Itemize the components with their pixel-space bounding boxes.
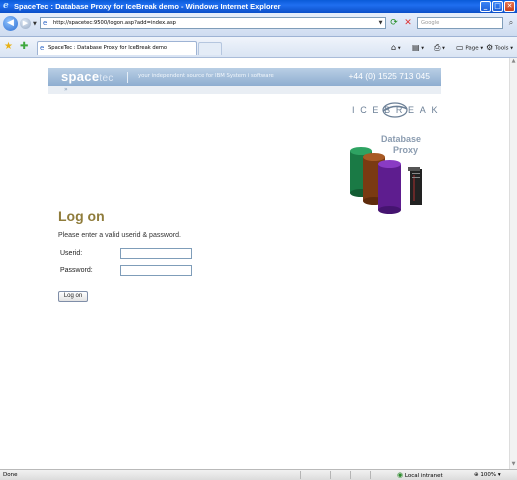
icebreak-logo-svg: ICEBREAK	[352, 102, 438, 118]
search-icon: ⌕	[508, 18, 514, 27]
maximize-button[interactable]: □	[492, 1, 503, 12]
feeds-button[interactable]: ▤ ▾	[412, 42, 424, 55]
tools-menu-label: Tools	[494, 45, 509, 52]
feeds-icon: ▤	[412, 43, 420, 52]
tools-menu[interactable]: ⚙ Tools ▾	[486, 42, 513, 55]
forward-button[interactable]: ▶	[20, 18, 31, 29]
tab-spacetec[interactable]: e SpaceTec : Database Proxy for IceBreak…	[37, 41, 197, 55]
brand-tec: tec	[99, 73, 114, 84]
page-menu[interactable]: ▭ Page ▾	[456, 42, 483, 55]
page-menu-icon: ▭	[456, 43, 464, 52]
status-bar: Done ◉ Local intranet ⊕ 100% ▾	[0, 469, 517, 480]
history-dropdown-icon[interactable]: ▼	[33, 21, 37, 27]
userid-label: Userid:	[60, 250, 83, 257]
stop-button[interactable]: ✕	[402, 17, 414, 29]
page-title: Log on	[58, 208, 105, 224]
favorites-star-icon[interactable]: ★	[4, 41, 13, 53]
new-tab-button[interactable]	[198, 42, 222, 55]
userid-row: Userid:	[58, 248, 358, 262]
site-tagline: your independent source for IBM System i…	[138, 73, 274, 79]
home-icon: ⌂	[391, 43, 397, 52]
print-button[interactable]: ⎙ ▾	[434, 42, 445, 55]
status-divider	[350, 471, 351, 479]
scroll-down-icon[interactable]: ▼	[510, 461, 517, 469]
forward-arrow-icon: ▶	[22, 19, 29, 27]
status-divider	[300, 471, 301, 479]
logon-instruction: Please enter a valid userid & password.	[58, 232, 181, 239]
refresh-icon: ⟳	[390, 18, 398, 28]
status-text: Done	[3, 472, 18, 478]
refresh-button[interactable]: ⟳	[388, 17, 400, 29]
address-url: http://spacetec:9500/logon.asp?add=index…	[53, 20, 176, 26]
search-input[interactable]: Google	[417, 17, 503, 29]
close-button[interactable]: ✕	[504, 1, 515, 12]
address-dropdown-icon[interactable]: ▼	[376, 18, 385, 28]
tab-toolbar: ★ ✚ e SpaceTec : Database Proxy for IceB…	[0, 37, 517, 58]
search-button[interactable]: ⌕	[505, 17, 517, 29]
address-input[interactable]: e http://spacetec:9500/logon.asp?add=ind…	[40, 17, 386, 29]
scroll-up-icon[interactable]: ▲	[510, 58, 517, 66]
password-field[interactable]	[120, 265, 192, 276]
zoom-label: 100%	[480, 472, 497, 478]
ie-logo-icon: e	[3, 1, 9, 11]
brand-space: space	[61, 69, 100, 84]
site-phone: +44 (0) 1525 713 045	[348, 71, 430, 81]
window-controls: _ □ ✕	[480, 1, 515, 12]
icebreak-logo: ICEBREAK	[352, 102, 438, 118]
status-divider	[370, 471, 371, 479]
banner-divider	[127, 72, 128, 83]
intranet-icon: ◉	[397, 471, 404, 479]
window-title: SpaceTec : Database Proxy for IceBreak d…	[14, 2, 281, 11]
userid-field[interactable]	[120, 248, 192, 259]
minimize-button[interactable]: _	[480, 1, 491, 12]
page-menu-label: Page	[465, 45, 479, 52]
home-button[interactable]: ⌂ ▾	[391, 42, 401, 55]
back-arrow-icon: ◀	[7, 18, 14, 28]
back-button[interactable]: ◀	[3, 16, 18, 31]
stop-icon: ✕	[404, 18, 412, 28]
security-zone[interactable]: ◉ Local intranet	[397, 470, 443, 480]
zone-label: Local intranet	[404, 473, 443, 479]
logon-button[interactable]: Log on	[58, 291, 88, 302]
add-favorites-icon[interactable]: ✚	[20, 41, 28, 53]
password-label: Password:	[60, 267, 93, 274]
logon-form: Log on Please enter a valid userid & pas…	[58, 208, 358, 302]
sub-navigation: »	[48, 86, 441, 94]
zoom-level[interactable]: ⊕ 100% ▾	[474, 470, 501, 480]
window-titlebar: e SpaceTec : Database Proxy for IceBreak…	[0, 0, 517, 13]
subnav-chevron-icon[interactable]: »	[64, 86, 68, 94]
print-icon: ⎙	[434, 43, 441, 52]
site-banner: spacetec your independent source for IBM…	[48, 68, 441, 86]
address-toolbar: ◀ ▶ ▼ e http://spacetec:9500/logon.asp?a…	[0, 13, 517, 37]
vertical-scrollbar[interactable]: ▲ ▼	[509, 58, 517, 469]
tools-gear-icon: ⚙	[486, 43, 494, 52]
status-divider	[330, 471, 331, 479]
tab-label: SpaceTec : Database Proxy for IceBreak d…	[48, 45, 168, 51]
page-content: spacetec your independent source for IBM…	[0, 58, 509, 469]
page-icon: e	[43, 19, 48, 27]
zoom-icon: ⊕	[474, 472, 479, 478]
site-brand[interactable]: spacetec	[61, 69, 114, 84]
search-placeholder: Google	[421, 20, 440, 26]
icebreak-logo-text: ICEBREAK	[352, 105, 438, 115]
tab-page-icon: e	[40, 44, 45, 52]
password-row: Password:	[58, 265, 358, 279]
